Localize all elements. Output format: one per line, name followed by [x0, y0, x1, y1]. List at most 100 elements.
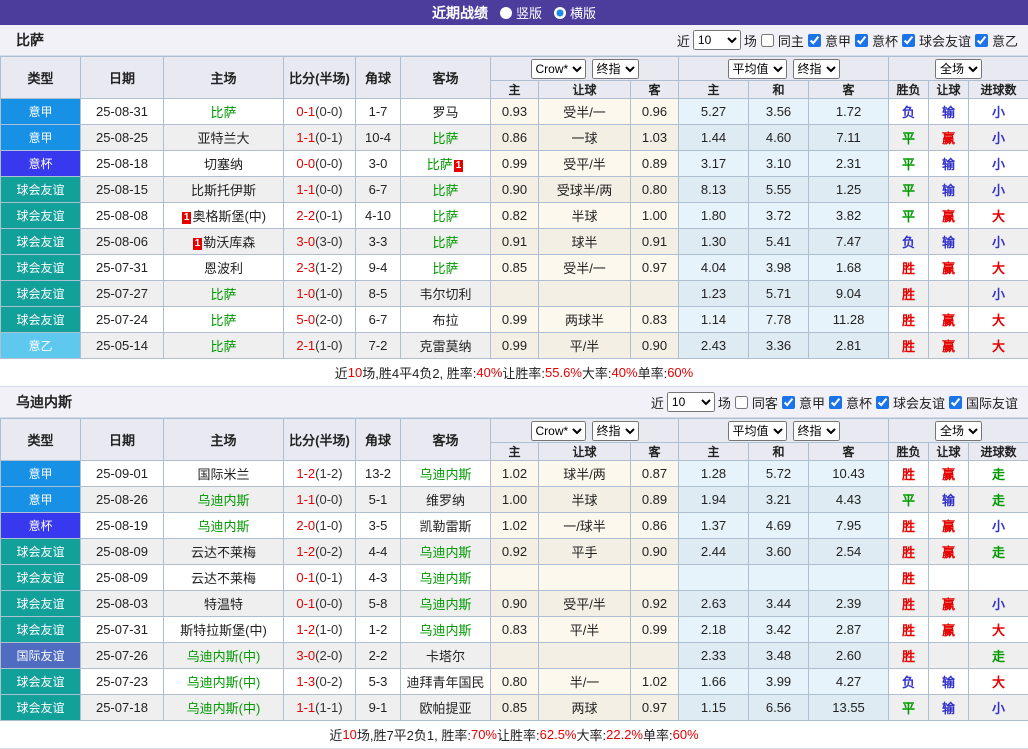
avg-group-header: 平均值终指 — [679, 419, 889, 443]
handicap-result-cell: 赢 — [929, 617, 969, 643]
avg-home-cell: 2.18 — [679, 617, 749, 643]
match-row: 国际友谊25-07-26乌迪内斯(中)3-0(2-0)2-2卡塔尔2.333.4… — [1, 643, 1028, 669]
away-team-name: 布拉 — [432, 313, 458, 328]
league-checkbox[interactable] — [808, 34, 821, 47]
win-draw-loss-cell: 胜 — [889, 461, 929, 487]
away-team-name: 比萨 — [432, 261, 458, 276]
bookmaker-select[interactable]: Crow* — [531, 59, 586, 79]
goals-result-cell: 大 — [969, 255, 1028, 281]
avg-select[interactable]: 平均值 — [728, 421, 787, 441]
scope-select[interactable]: 全场 — [935, 421, 982, 441]
goals-result-cell: 大 — [969, 333, 1028, 359]
score-cell: 3-0(3-0) — [284, 229, 356, 255]
win-draw-loss-cell: 胜 — [889, 539, 929, 565]
scope-select[interactable]: 全场 — [935, 59, 982, 79]
halftime-score: (2-0) — [315, 648, 342, 663]
league-checkbox[interactable] — [902, 34, 915, 47]
same-venue-checkbox[interactable] — [735, 396, 748, 409]
league-checkbox[interactable] — [782, 396, 795, 409]
away-team-cell: 欧帕提亚 — [401, 695, 491, 721]
recent-games-select[interactable]: 10 — [693, 30, 741, 50]
league-checkbox[interactable] — [829, 396, 842, 409]
match-row: 球会友谊25-08-03特温特0-1(0-0)5-8乌迪内斯0.90受平/半0.… — [1, 591, 1028, 617]
date-cell: 25-08-09 — [81, 565, 164, 591]
same-venue-checkbox[interactable] — [761, 34, 774, 47]
away-team-name: 比萨 — [432, 183, 458, 198]
avg-away-cell: 2.31 — [809, 151, 889, 177]
avg-select[interactable]: 平均值 — [728, 59, 787, 79]
odds-stage-select[interactable]: 终指 — [592, 421, 639, 441]
avg-away-cell: 2.39 — [809, 591, 889, 617]
handicap-line-cell: 一球 — [539, 125, 631, 151]
home-team-cell: 比斯托伊斯 — [164, 177, 284, 203]
avg-draw-cell: 3.56 — [749, 99, 809, 125]
halftime-score: (3-0) — [315, 234, 342, 249]
home-team-name: 恩波利 — [204, 261, 243, 276]
avg-home-cell: 1.30 — [679, 229, 749, 255]
avg-home-cell: 3.17 — [679, 151, 749, 177]
avg-draw-cell: 6.56 — [749, 695, 809, 721]
avg-stage-select[interactable]: 终指 — [793, 59, 840, 79]
avg-draw-cell: 5.55 — [749, 177, 809, 203]
home-team-cell: 比萨 — [164, 99, 284, 125]
fulltime-score: 1-1 — [296, 182, 315, 197]
match-type-cell: 球会友谊 — [1, 281, 81, 307]
away-odds-cell — [631, 643, 679, 669]
avg-home-cell: 1.28 — [679, 461, 749, 487]
match-row: 意甲25-08-26乌迪内斯1-1(0-0)5-1维罗纳1.00半球0.891.… — [1, 487, 1028, 513]
corner-cell: 5-3 — [356, 669, 401, 695]
league-checkbox[interactable] — [949, 396, 962, 409]
same-venue-label: 同主 — [778, 31, 804, 50]
radio-icon — [500, 7, 512, 19]
avg-draw-cell: 4.60 — [749, 125, 809, 151]
home-odds-cell: 1.02 — [491, 513, 539, 539]
away-team-cell: 布拉 — [401, 307, 491, 333]
odds-stage-select[interactable]: 终指 — [592, 59, 639, 79]
league-checkbox[interactable] — [876, 396, 889, 409]
home-team-name: 勒沃库森 — [203, 235, 255, 250]
halftime-score: (0-0) — [315, 104, 342, 119]
match-type-cell: 意甲 — [1, 99, 81, 125]
same-venue-label: 同客 — [752, 393, 778, 412]
score-cell: 2-0(1-0) — [284, 513, 356, 539]
avg-home-cell: 8.13 — [679, 177, 749, 203]
win-draw-loss-cell: 平 — [889, 203, 929, 229]
home-team-name: 乌迪内斯(中) — [187, 675, 261, 690]
corner-cell: 4-3 — [356, 565, 401, 591]
home-team-cell: 乌迪内斯 — [164, 487, 284, 513]
summary-part: 让胜率: — [497, 725, 540, 744]
league-checkbox[interactable] — [975, 34, 988, 47]
corner-cell: 6-7 — [356, 307, 401, 333]
sub-col-header: 进球数 — [969, 443, 1028, 461]
date-cell: 25-09-01 — [81, 461, 164, 487]
score-cell: 0-1(0-1) — [284, 565, 356, 591]
col-header: 比分(半场) — [284, 57, 356, 99]
avg-stage-select[interactable]: 终指 — [793, 421, 840, 441]
summary-part: 60% — [667, 365, 693, 380]
avg-away-cell: 4.27 — [809, 669, 889, 695]
avg-away-cell: 4.43 — [809, 487, 889, 513]
away-odds-cell: 0.89 — [631, 151, 679, 177]
corner-cell: 9-1 — [356, 695, 401, 721]
corner-cell: 10-4 — [356, 125, 401, 151]
away-odds-cell: 0.89 — [631, 487, 679, 513]
summary-part: 62.5% — [540, 727, 577, 742]
handicap-line-cell: 受平/半 — [539, 591, 631, 617]
away-odds-cell: 1.00 — [631, 203, 679, 229]
win-draw-loss-cell: 平 — [889, 177, 929, 203]
fulltime-score: 2-3 — [296, 260, 315, 275]
league-label: 球会友谊 — [919, 31, 971, 50]
avg-draw-cell: 3.48 — [749, 643, 809, 669]
league-checkbox[interactable] — [855, 34, 868, 47]
near-label: 近 — [677, 31, 690, 50]
bookmaker-select[interactable]: Crow* — [531, 421, 586, 441]
odds-group-controls: Crow* 终指 — [491, 421, 678, 441]
match-type-cell: 球会友谊 — [1, 307, 81, 333]
fulltime-score: 0-1 — [296, 104, 315, 119]
home-team-name: 比萨 — [210, 105, 236, 120]
date-cell: 25-08-26 — [81, 487, 164, 513]
match-row: 球会友谊25-08-09云达不莱梅1-2(0-2)4-4乌迪内斯0.92平手0.… — [1, 539, 1028, 565]
layout-radio-horizontal[interactable]: 横版 — [554, 3, 596, 22]
layout-radio-vertical[interactable]: 竖版 — [500, 3, 542, 22]
recent-games-select[interactable]: 10 — [667, 392, 715, 412]
